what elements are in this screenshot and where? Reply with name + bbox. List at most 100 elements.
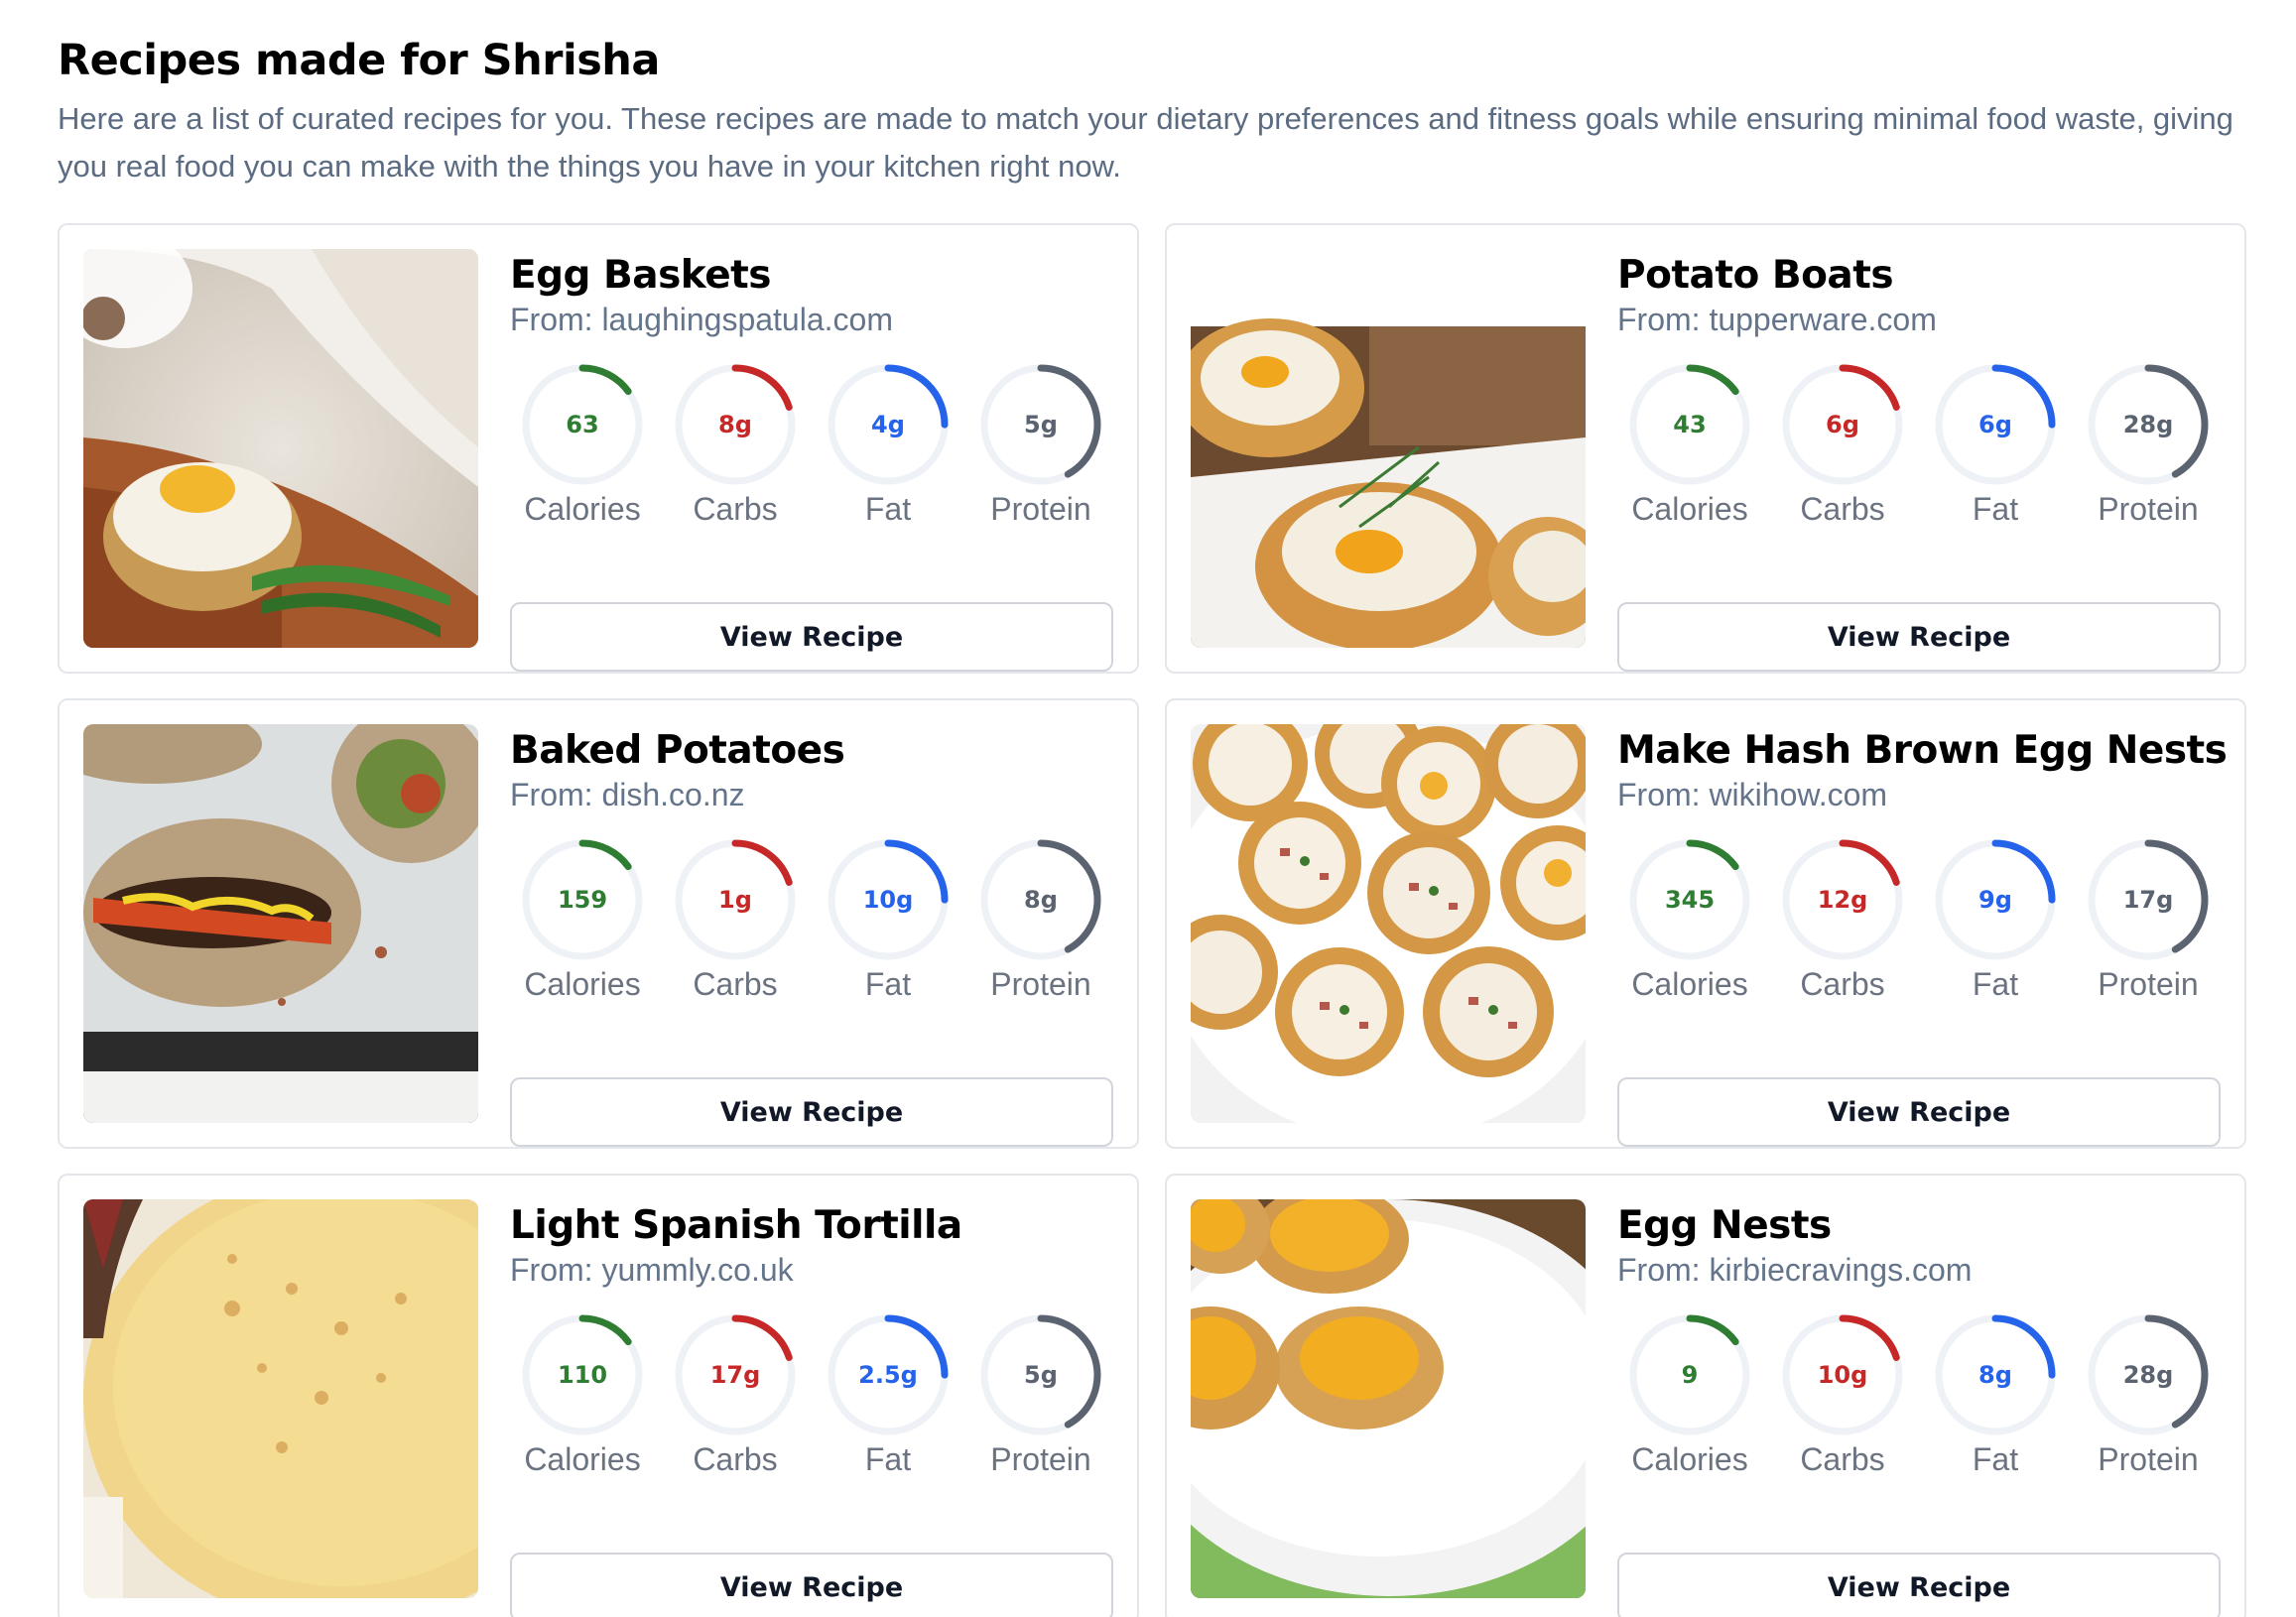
- recipe-source: From: tupperware.com: [1617, 302, 1937, 337]
- fat-label: Fat: [864, 966, 912, 1002]
- recipe-card: Egg Baskets From: laughingspatula.com 63 Ca…: [58, 223, 1139, 674]
- recipe-image: [83, 1199, 478, 1598]
- carbs-gauge: 12g: [1778, 835, 1907, 964]
- recipe-card: Light Spanish Tortilla From: yummly.co.uk…: [58, 1174, 1139, 1617]
- view-recipe-button[interactable]: View Recipe: [1617, 1553, 2221, 1617]
- carbs-gauge: 1g: [671, 835, 800, 964]
- macro-calories: 63 Calories: [518, 360, 647, 528]
- macro-protein: 5g Protein: [976, 1310, 1105, 1478]
- recipe-title: Baked Potatoes: [510, 728, 845, 773]
- protein-gauge: 28g: [2084, 1310, 2213, 1439]
- calories-gauge: 159: [518, 835, 647, 964]
- recipe-title: Make Hash Brown Egg Nests: [1617, 728, 2228, 773]
- recipe-title: Egg Nests: [1617, 1203, 1832, 1248]
- macro-calories: 159 Calories: [518, 835, 647, 1003]
- calories-value: 43: [1673, 411, 1707, 438]
- recipe-title: Potato Boats: [1617, 253, 1894, 298]
- macro-gauges: 159 Calories 1g Carbs 10g Fat 8g Protein: [518, 835, 1113, 1003]
- calories-gauge: 43: [1625, 360, 1754, 489]
- calories-value: 110: [557, 1361, 608, 1389]
- fat-label: Fat: [864, 1441, 912, 1477]
- recipe-image: [1191, 1199, 1586, 1598]
- macro-protein: 8g Protein: [976, 835, 1105, 1003]
- calories-value: 345: [1664, 886, 1716, 914]
- macro-carbs: 6g Carbs: [1778, 360, 1907, 528]
- carbs-value: 1g: [718, 886, 752, 914]
- calories-value: 9: [1681, 1361, 1699, 1389]
- macro-carbs: 12g Carbs: [1778, 835, 1907, 1003]
- macro-fat: 9g Fat: [1931, 835, 2060, 1003]
- calories-value: 63: [566, 411, 599, 438]
- view-recipe-button[interactable]: View Recipe: [510, 602, 1113, 672]
- carbs-label: Carbs: [693, 966, 778, 1002]
- calories-gauge: 9: [1625, 1310, 1754, 1439]
- carbs-gauge: 10g: [1778, 1310, 1907, 1439]
- carbs-label: Carbs: [1800, 491, 1885, 527]
- fat-label: Fat: [1972, 966, 2019, 1002]
- protein-value: 5g: [1024, 411, 1058, 438]
- macro-gauges: 63 Calories 8g Carbs 4g Fat 5g Protein: [518, 360, 1113, 528]
- recipe-details: Baked Potatoes From: dish.co.nz 159 Calorie…: [510, 724, 1113, 1147]
- fat-gauge: 6g: [1931, 360, 2060, 489]
- carbs-label: Carbs: [1800, 966, 1885, 1002]
- macro-protein: 28g Protein: [2084, 1310, 2213, 1478]
- carbs-gauge: 8g: [671, 360, 800, 489]
- recipe-card: Make Hash Brown Egg Nests From: wikihow.c…: [1165, 698, 2246, 1149]
- recipe-card: Potato Boats From: tupperware.com 43 Calori…: [1165, 223, 2246, 674]
- recipe-image: [83, 724, 478, 1123]
- macro-carbs: 10g Carbs: [1778, 1310, 1907, 1478]
- macro-calories: 43 Calories: [1625, 360, 1754, 528]
- macro-gauges: 110 Calories 17g Carbs 2.5g Fat 5g Protein: [518, 1310, 1113, 1478]
- protein-label: Protein: [2098, 966, 2199, 1002]
- carbs-label: Carbs: [1800, 1441, 1885, 1477]
- macro-calories: 110 Calories: [518, 1310, 647, 1478]
- fat-value: 6g: [1978, 411, 2012, 438]
- fat-gauge: 8g: [1931, 1310, 2060, 1439]
- view-recipe-button[interactable]: View Recipe: [510, 1077, 1113, 1147]
- recipe-image: [1191, 724, 1586, 1123]
- carbs-gauge: 6g: [1778, 360, 1907, 489]
- macro-gauges: 43 Calories 6g Carbs 6g Fat 28g Protein: [1625, 360, 2221, 528]
- calories-gauge: 345: [1625, 835, 1754, 964]
- protein-value: 5g: [1024, 1361, 1058, 1389]
- recipe-source: From: laughingspatula.com: [510, 302, 893, 337]
- macro-calories: 9 Calories: [1625, 1310, 1754, 1478]
- calories-label: Calories: [1631, 491, 1748, 527]
- view-recipe-button[interactable]: View Recipe: [1617, 602, 2221, 672]
- fat-value: 2.5g: [858, 1361, 918, 1389]
- recipe-image: [83, 249, 478, 648]
- protein-value: 28g: [2122, 1361, 2174, 1389]
- carbs-value: 6g: [1826, 411, 1859, 438]
- recipe-card: Baked Potatoes From: dish.co.nz 159 Calorie…: [58, 698, 1139, 1149]
- fat-label: Fat: [1972, 1441, 2019, 1477]
- macro-fat: 2.5g Fat: [824, 1310, 953, 1478]
- fat-value: 9g: [1978, 886, 2012, 914]
- recipe-details: Light Spanish Tortilla From: yummly.co.uk…: [510, 1199, 1113, 1617]
- carbs-label: Carbs: [693, 491, 778, 527]
- protein-label: Protein: [990, 491, 1091, 527]
- recipe-title: Light Spanish Tortilla: [510, 1203, 962, 1248]
- calories-value: 159: [557, 886, 608, 914]
- protein-label: Protein: [2098, 1441, 2199, 1477]
- recipe-source: From: wikihow.com: [1617, 777, 1888, 812]
- fat-value: 10g: [862, 886, 914, 914]
- protein-gauge: 5g: [976, 360, 1105, 489]
- view-recipe-button[interactable]: View Recipe: [1617, 1077, 2221, 1147]
- protein-value: 17g: [2122, 886, 2174, 914]
- fat-gauge: 9g: [1931, 835, 2060, 964]
- protein-gauge: 17g: [2084, 835, 2213, 964]
- page-title: Recipes made for Shrisha: [58, 36, 660, 85]
- calories-label: Calories: [524, 1441, 641, 1477]
- fat-value: 4g: [871, 411, 905, 438]
- view-recipe-button[interactable]: View Recipe: [510, 1553, 1113, 1617]
- protein-value: 28g: [2122, 411, 2174, 438]
- macro-fat: 8g Fat: [1931, 1310, 2060, 1478]
- fat-gauge: 4g: [824, 360, 953, 489]
- carbs-value: 8g: [718, 411, 752, 438]
- recipe-source: From: kirbiecravings.com: [1617, 1252, 1973, 1288]
- carbs-value: 17g: [709, 1361, 761, 1389]
- macro-gauges: 9 Calories 10g Carbs 8g Fat 28g Protein: [1625, 1310, 2221, 1478]
- recipe-title: Egg Baskets: [510, 253, 772, 298]
- recipe-source: From: yummly.co.uk: [510, 1252, 794, 1288]
- macro-fat: 6g Fat: [1931, 360, 2060, 528]
